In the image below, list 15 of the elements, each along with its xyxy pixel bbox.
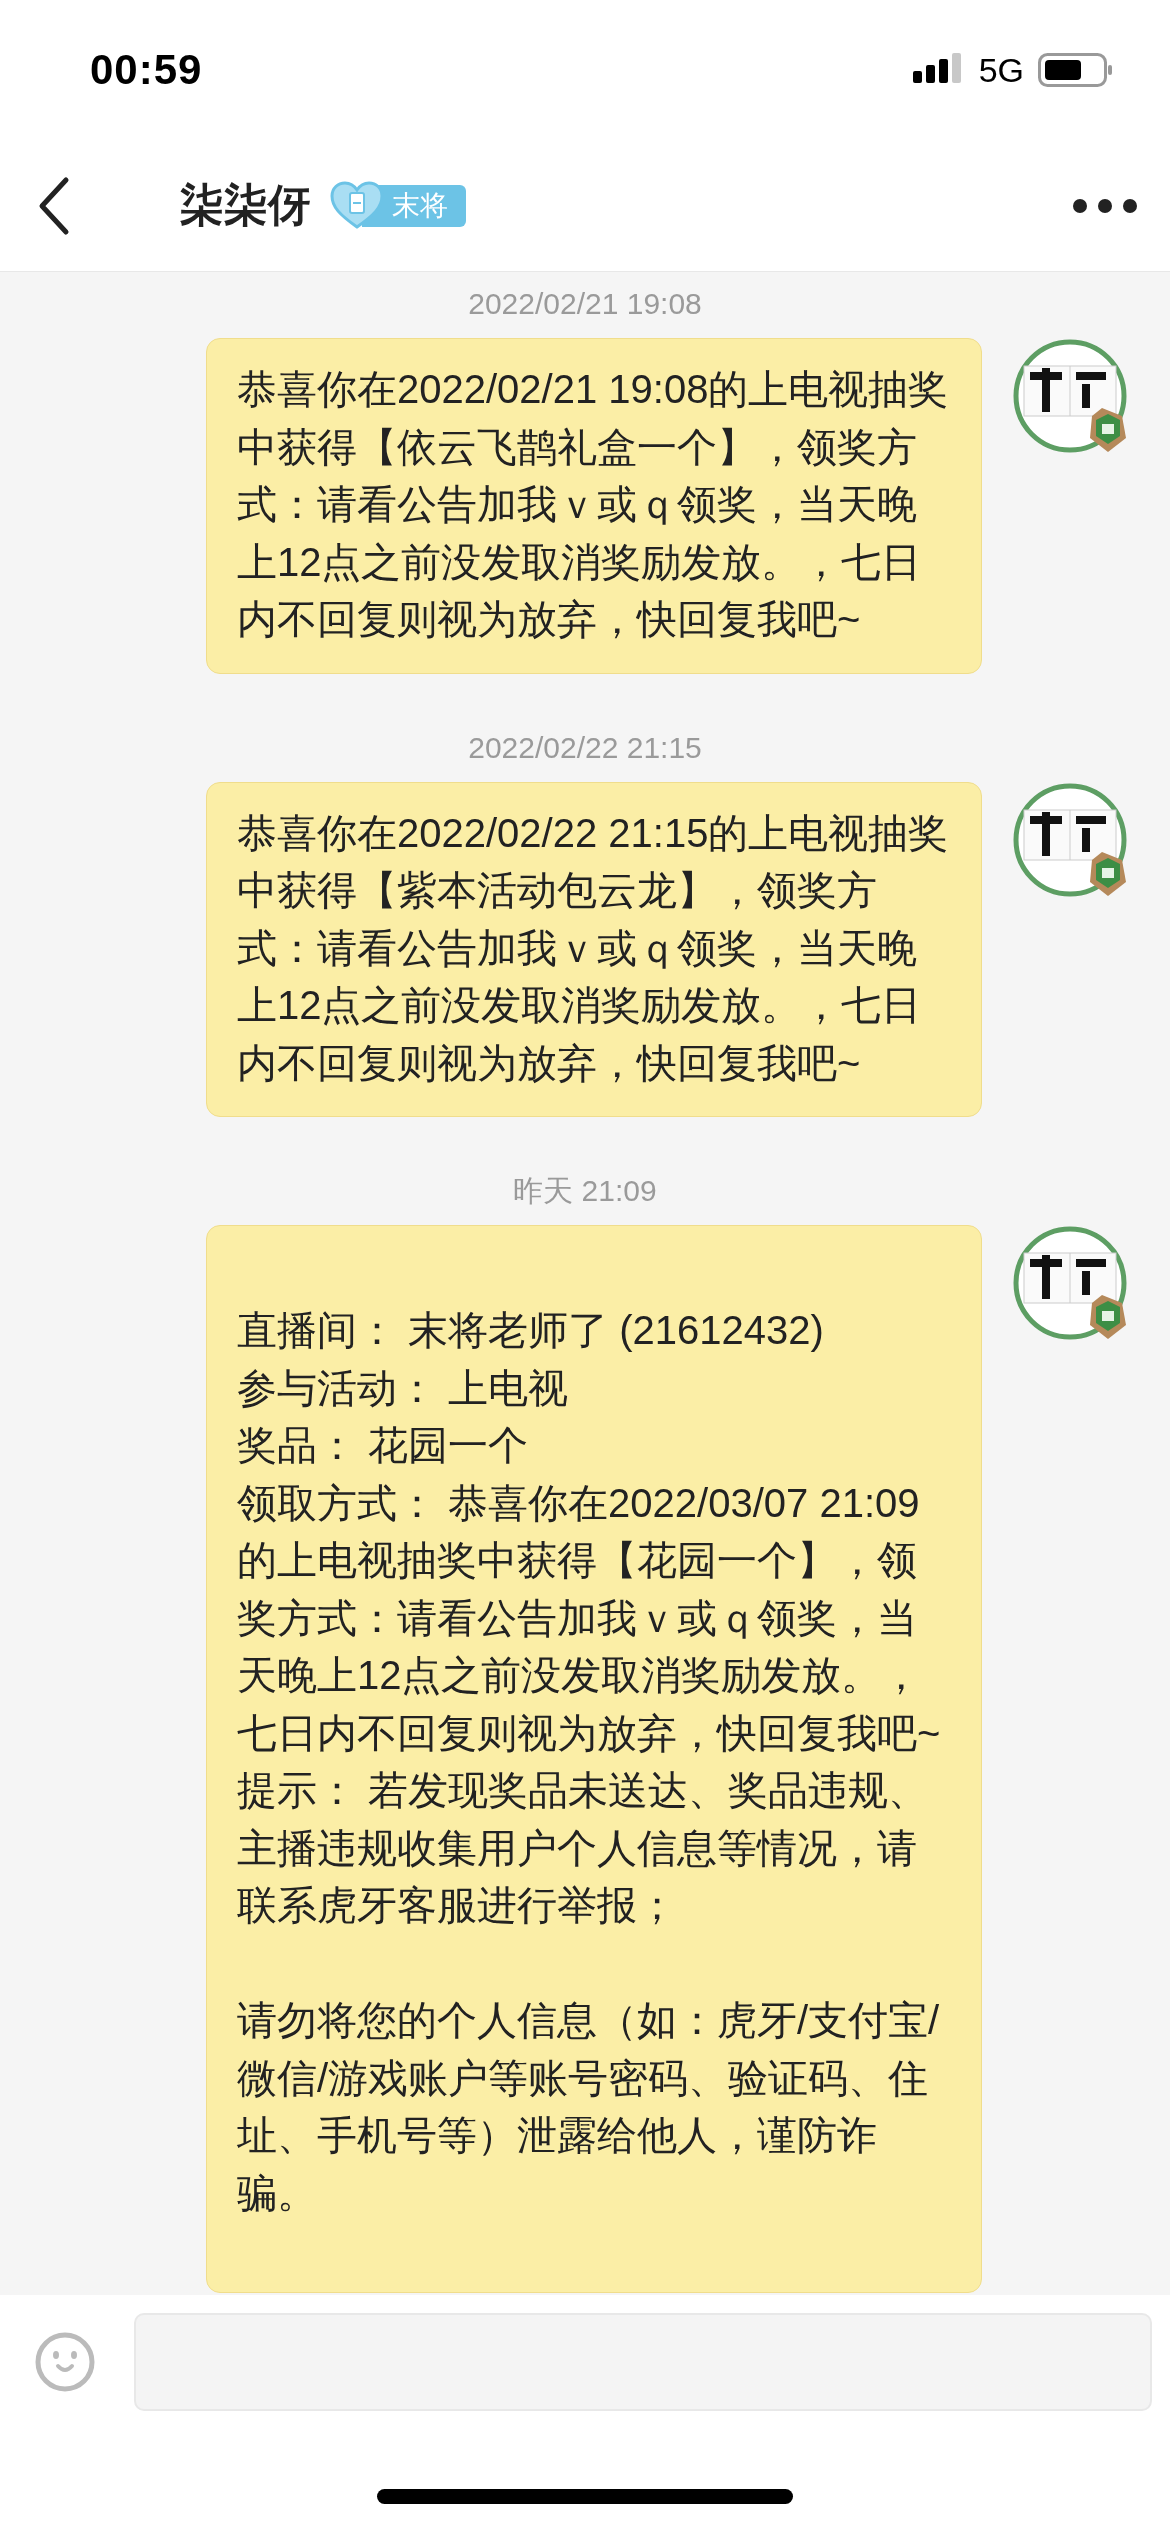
message-line: 提示： 若发现奖品未送达、奖品违规、主播违规收集用户个人信息等情况，请联系虎牙客服进行举报； xyxy=(237,1767,930,1929)
clock-time: 00:59 xyxy=(90,46,204,94)
message-line: 请勿将您的个人信息（如：虎牙/支付宝/微信/游戏账户等账号密码、验证码、住址、手机号等）泄露给他人，谨防诈骗。 xyxy=(237,1997,941,2217)
message-line: 直播间： 末将老师了 (21612432) xyxy=(237,1307,825,1354)
message-timestamp: 2022/02/22 21:15 xyxy=(467,729,703,766)
message-bubble: 恭喜你在2022/02/22 21:15的上电视抽奖中获得【紫本活动包云龙】，领奖方式：请看公告加我ｖ或ｑ领奖，当天晚上12点之前没发取消奖励发放。，七日内不回复则视为放弃，快回复我吧~ xyxy=(206,781,982,1117)
contact-name: 柒柒伢 xyxy=(180,179,312,231)
message-line: 奖品： 花园一个 xyxy=(237,1422,530,1469)
message-timestamp: 昨天 21:09 xyxy=(512,1173,658,1209)
message-timestamp: 2022/02/21 19:08 xyxy=(467,286,703,322)
network-label: 5G xyxy=(978,50,1024,90)
battery-icon xyxy=(1038,51,1114,89)
message-line: 领取方式： 恭喜你在2022/03/07 21:09的上电视抽奖中获得【花园一个】，领奖方式：请看公告加我ｖ或ｑ领奖，当天晚上12点之前没发取消奖励发放。，七日内不回复则视为放弃，快回复我吧~ xyxy=(237,1479,942,1757)
message-line: 参与活动： 上电视 xyxy=(237,1364,570,1412)
message-bubble: 恭喜你在2022/02/21 19:08的上电视抽奖中获得【依云飞鹊礼盒一个】，领奖方式：请看公告加我ｖ或ｑ领奖，当天晚上12点之前没发取消奖励发放。，七日内不回复则视为放弃，快回复我吧~ xyxy=(206,338,982,674)
